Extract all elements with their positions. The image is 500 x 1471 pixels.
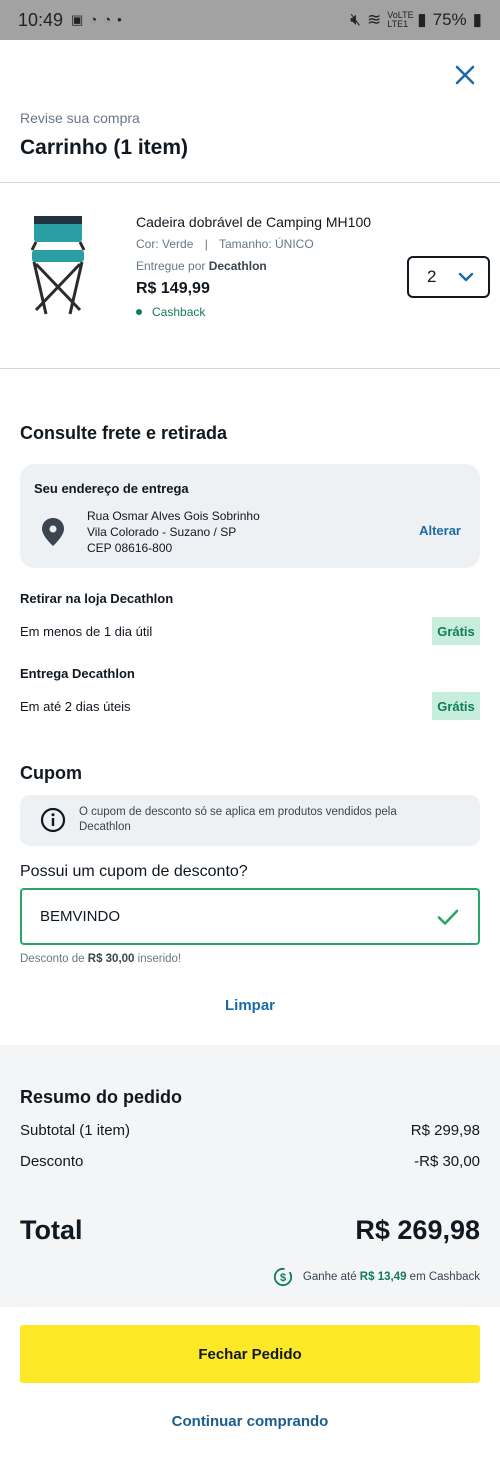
wifi-icon: ≋ (367, 10, 382, 29)
cashback-suffix: em Cashback (406, 1271, 480, 1283)
chevron-down-icon (458, 272, 474, 282)
gallery-icon: ▣ (71, 12, 84, 27)
product-size: Tamanho: ÚNICO (218, 237, 314, 251)
svg-text:$: $ (280, 1272, 286, 1284)
summary-title: Resumo do pedido (20, 1087, 182, 1107)
address-lines: Rua Osmar Alves Gois Sobrinho Vila Color… (87, 508, 260, 556)
discount-value: -R$ 30,00 (414, 1153, 480, 1170)
quantity-select[interactable]: 2 (407, 256, 490, 298)
coupon-info-text: O cupom de desconto só se aplica em prod… (79, 806, 397, 833)
cashback-icon: $ (273, 1267, 292, 1287)
shipping-option-title: Entrega Decathlon (20, 666, 135, 681)
shipping-option-desc: Em até 2 dias úteis (20, 699, 131, 714)
product-seller: Entregue por Decathlon (136, 259, 267, 273)
address-heading: Seu endereço de entrega (34, 481, 189, 496)
coupon-msg-suffix: inserido! (134, 953, 182, 965)
system-icons: 🔇︎ ≋ VoLTE LTE1 ▮ 75% ▮ (350, 10, 482, 30)
close-icon[interactable] (452, 62, 478, 88)
clear-coupon-button[interactable]: Limpar (0, 997, 500, 1014)
status-time: 10:49 (18, 9, 64, 30)
timer-icon: ◔ (89, 12, 98, 27)
address-card: Seu endereço de entrega Rua Osmar Alves … (20, 464, 480, 568)
mute-icon: 🔇︎ (350, 10, 361, 29)
continue-shopping-link[interactable]: Continuar comprando (0, 1413, 500, 1430)
quantity-value: 2 (427, 267, 437, 286)
checkout-button[interactable]: Fechar Pedido (20, 1325, 480, 1383)
status-bar: 10:49 ▣ ◔ ◔ • 🔇︎ ≋ VoLTE LTE1 ▮ 75% ▮ (0, 0, 500, 40)
total-label: Total (20, 1215, 83, 1245)
product-color: Cor: Verde (136, 237, 194, 251)
coupon-msg-prefix: Desconto de (20, 953, 88, 965)
coupon-applied-message: Desconto de R$ 30,00 inserido! (20, 953, 181, 965)
battery-icon: ▮ (472, 10, 482, 29)
dot-icon: • (117, 12, 122, 27)
total-value: R$ 269,98 (355, 1215, 480, 1245)
discount-row: Desconto -R$ 30,00 (20, 1153, 480, 1170)
coupon-info-box: O cupom de desconto só se aplica em prod… (20, 795, 480, 846)
subtotal-row: Subtotal (1 item) R$ 299,98 (20, 1122, 480, 1139)
check-icon (437, 909, 459, 925)
product-attributes: Cor: Verde | Tamanho: ÚNICO (136, 237, 314, 251)
cashback-prefix: Ganhe até (302, 1271, 360, 1283)
attr-separator: | (204, 237, 208, 251)
product-cashback: Cashback (136, 305, 205, 319)
coupon-input-label: Possui um cupom de desconto? (20, 863, 248, 880)
seller-name: Decathlon (208, 259, 267, 273)
change-address-button[interactable]: Alterar (419, 523, 461, 538)
product-image[interactable] (22, 210, 94, 320)
product-name[interactable]: Cadeira dobrável de Camping MH100 (136, 214, 371, 230)
location-pin-icon (42, 518, 64, 546)
product-price: R$ 149,99 (136, 280, 210, 297)
seller-prefix: Entregue por (136, 259, 209, 273)
page-subtitle: Revise sua compra (20, 110, 140, 126)
address-zip: CEP 08616-800 (87, 541, 173, 555)
info-icon (40, 807, 66, 833)
address-city: Vila Colorado - Suzano / SP (87, 525, 237, 539)
cashback-amount: R$ 13,49 (359, 1271, 407, 1283)
signal-icon: ▮ (417, 10, 427, 29)
timer-icon: ◔ (103, 12, 112, 27)
shipping-option-title: Retirar na loja Decathlon (20, 591, 174, 606)
order-summary: Resumo do pedido Subtotal (1 item) R$ 29… (0, 1045, 500, 1307)
subtotal-value: R$ 299,98 (410, 1122, 480, 1139)
battery-level: 75% (432, 10, 467, 29)
address-street: Rua Osmar Alves Gois Sobrinho (87, 509, 260, 523)
network-label: VoLTE LTE1 (387, 10, 414, 29)
divider (0, 182, 500, 183)
cashback-dot-icon (136, 309, 142, 315)
discount-label: Desconto (20, 1153, 84, 1170)
coupon-field[interactable] (20, 888, 480, 945)
page-title: Carrinho (1 item) (20, 136, 189, 159)
coupon-title: Cupom (20, 763, 82, 783)
notification-icons: ▣ ◔ ◔ • (71, 12, 122, 28)
cashback-info: $ Ganhe até R$ 13,49 em Cashback (273, 1267, 480, 1287)
coupon-msg-amount: R$ 30,00 (87, 953, 135, 965)
cashback-label: Cashback (152, 305, 206, 319)
coupon-input[interactable] (40, 908, 400, 925)
shipping-price-badge: Grátis (432, 692, 480, 720)
subtotal-label: Subtotal (1 item) (20, 1122, 131, 1139)
divider (0, 368, 500, 369)
shipping-title: Consulte frete e retirada (20, 423, 228, 443)
shipping-price-badge: Grátis (432, 617, 480, 645)
total-row: Total R$ 269,98 (20, 1215, 480, 1246)
shipping-option-desc: Em menos de 1 dia útil (20, 624, 153, 639)
